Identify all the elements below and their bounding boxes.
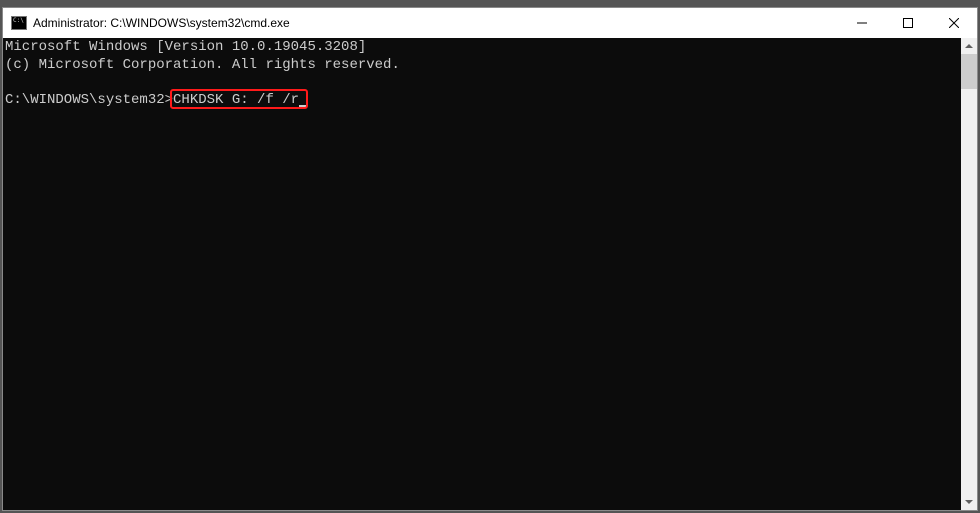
maximize-button[interactable] bbox=[885, 8, 931, 38]
copyright-line: (c) Microsoft Corporation. All rights re… bbox=[5, 57, 400, 73]
scroll-thumb[interactable] bbox=[961, 54, 977, 89]
console-output[interactable]: Microsoft Windows [Version 10.0.19045.32… bbox=[3, 38, 961, 510]
version-line: Microsoft Windows [Version 10.0.19045.32… bbox=[5, 39, 366, 55]
prompt: C:\WINDOWS\system32> bbox=[5, 92, 173, 108]
minimize-button[interactable] bbox=[839, 8, 885, 38]
command-highlight-annotation bbox=[170, 89, 308, 109]
titlebar[interactable]: Administrator: C:\WINDOWS\system32\cmd.e… bbox=[3, 8, 977, 38]
console-area: Microsoft Windows [Version 10.0.19045.32… bbox=[3, 38, 977, 510]
window-controls bbox=[839, 8, 977, 38]
cmd-icon bbox=[11, 15, 27, 31]
scroll-up-arrow[interactable] bbox=[961, 38, 977, 54]
window-title: Administrator: C:\WINDOWS\system32\cmd.e… bbox=[33, 16, 839, 30]
vertical-scrollbar[interactable] bbox=[961, 38, 977, 510]
scroll-track[interactable] bbox=[961, 54, 977, 494]
cmd-window: Administrator: C:\WINDOWS\system32\cmd.e… bbox=[2, 7, 978, 511]
scroll-down-arrow[interactable] bbox=[961, 494, 977, 510]
close-button[interactable] bbox=[931, 8, 977, 38]
